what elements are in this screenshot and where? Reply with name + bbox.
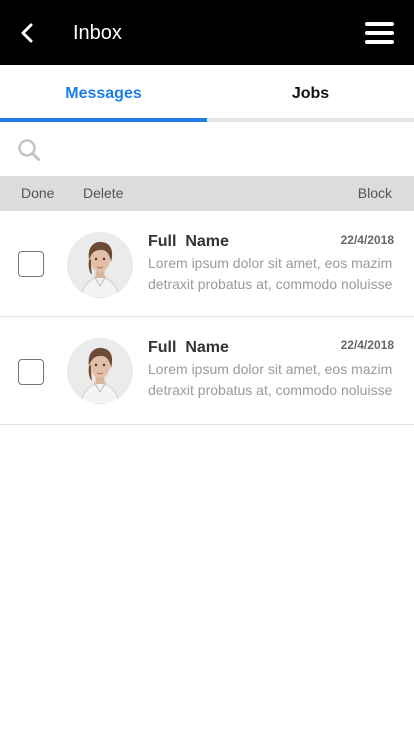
sender-name: Full Name	[148, 339, 229, 356]
search-input[interactable]	[52, 134, 402, 164]
action-bar: Done Delete Block	[0, 176, 414, 211]
sender-name: Full Name	[148, 233, 229, 250]
message-preview: Lorem ipsum dolor sit amet, eos mazim de…	[148, 253, 402, 295]
avatar	[67, 232, 133, 298]
message-preview-line: detraxit probatus at, commodo noluisse	[148, 382, 393, 398]
message-preview: Lorem ipsum dolor sit amet, eos mazim de…	[148, 359, 402, 401]
message-date: 22/4/2018	[340, 233, 394, 247]
app-header: Inbox	[0, 0, 414, 65]
back-button[interactable]	[14, 20, 40, 46]
done-button[interactable]: Done	[21, 176, 54, 211]
message-preview-line: Lorem ipsum dolor sit amet, eos mazim	[148, 361, 393, 377]
user-avatar-image	[67, 232, 133, 298]
message-checkbox[interactable]	[18, 359, 44, 385]
tab-messages[interactable]: Messages	[0, 65, 207, 122]
tab-bar: Messages Jobs	[0, 65, 414, 122]
message-preview-line: detraxit probatus at, commodo noluisse	[148, 276, 393, 292]
delete-button[interactable]: Delete	[83, 176, 123, 211]
message-list-item[interactable]: Full Name 22/4/2018 Lorem ipsum dolor si…	[0, 211, 414, 317]
user-avatar-image	[67, 338, 133, 404]
chevron-left-icon	[21, 23, 33, 43]
menu-button[interactable]	[365, 22, 394, 44]
hamburger-menu-icon	[365, 22, 394, 26]
tab-jobs[interactable]: Jobs	[207, 65, 414, 122]
page-title: Inbox	[73, 22, 122, 44]
avatar	[67, 338, 133, 404]
search-bar[interactable]	[0, 122, 414, 176]
message-date: 22/4/2018	[340, 338, 394, 352]
message-preview-line: Lorem ipsum dolor sit amet, eos mazim	[148, 255, 393, 271]
block-button[interactable]: Block	[358, 176, 392, 211]
message-list-item[interactable]: Full Name 22/4/2018 Lorem ipsum dolor si…	[0, 317, 414, 425]
search-icon	[18, 139, 40, 161]
message-checkbox[interactable]	[18, 251, 44, 277]
